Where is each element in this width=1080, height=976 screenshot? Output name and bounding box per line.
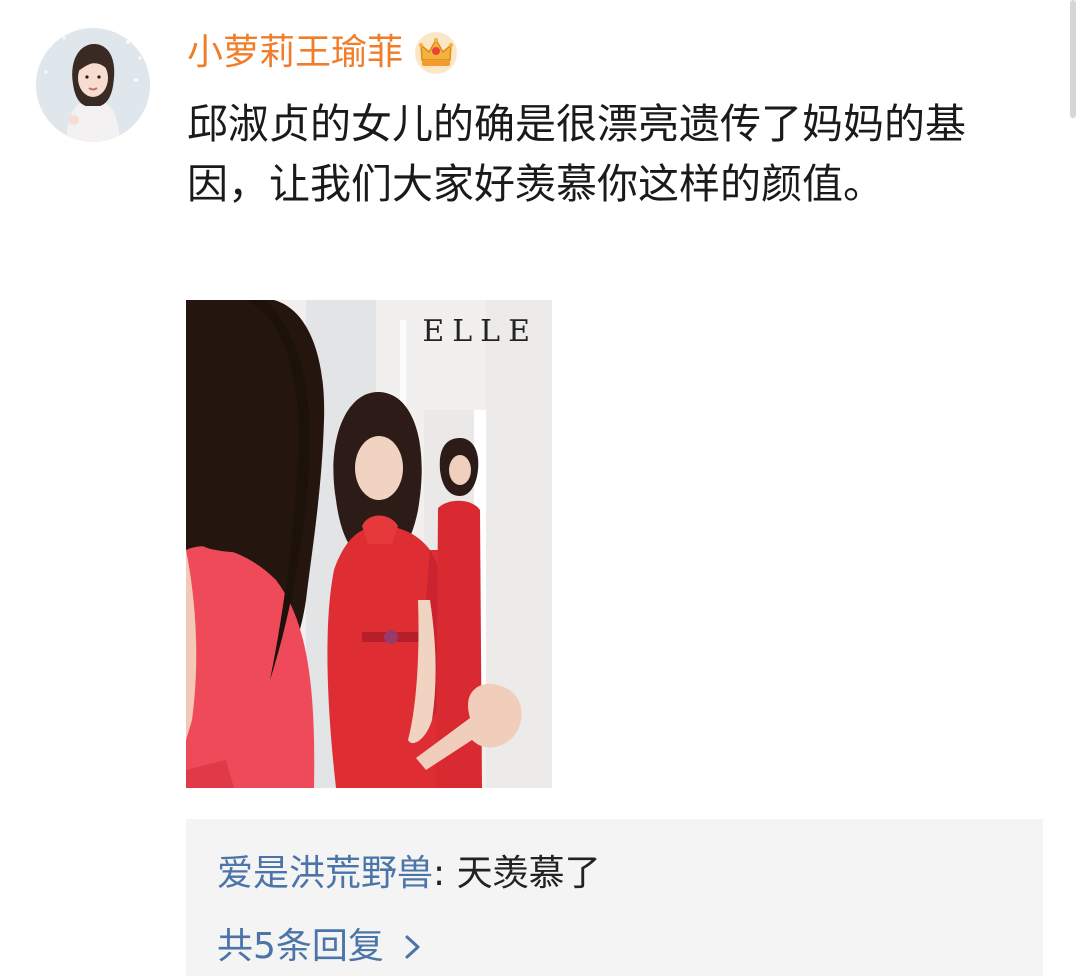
reply-author[interactable]: 爱是洪荒野兽 <box>217 853 433 894</box>
username-row: 小萝莉王瑜菲 <box>187 28 459 78</box>
reply-separator: : <box>433 853 457 894</box>
avatar-image <box>36 28 150 142</box>
reply-box: 爱是洪荒野兽: 天羡慕了 共5条回复 <box>186 819 1043 976</box>
comment-text: 邱淑贞的女儿的确是很漂亮遗传了妈妈的基因，让我们大家好羡慕你这样的颜值。 <box>187 100 966 208</box>
username[interactable]: 小萝莉王瑜菲 <box>187 29 403 77</box>
view-replies-label: 共5条回复 <box>217 926 384 967</box>
photo-image <box>186 300 552 788</box>
view-replies-link[interactable]: 共5条回复 <box>217 922 424 972</box>
reply-text: 天羡慕了 <box>456 853 601 894</box>
reply-preview[interactable]: 爱是洪荒野兽: 天羡慕了 <box>217 849 601 899</box>
chevron-right-icon <box>405 935 420 959</box>
crown-icon[interactable] <box>413 30 459 76</box>
comment-photo[interactable]: ELLE <box>186 300 552 788</box>
comment-card: 小萝莉王瑜菲 邱淑贞的女儿的确是很漂亮遗传了妈妈的基因，让我们大家好羡慕你这样的… <box>0 0 1080 976</box>
avatar[interactable] <box>36 28 150 142</box>
scrollbar[interactable] <box>1070 0 1076 118</box>
elle-logo: ELLE <box>422 314 538 349</box>
